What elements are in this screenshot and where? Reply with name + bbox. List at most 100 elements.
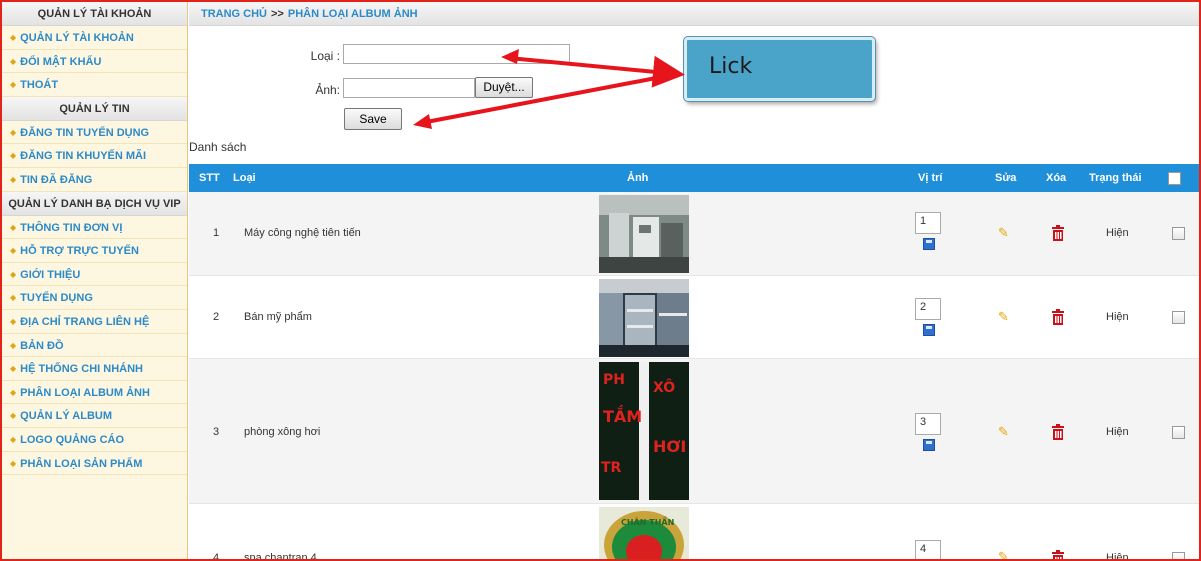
callout-text: Lick [709,54,753,79]
delete-trash-icon[interactable] [1051,424,1065,440]
svg-text:PH: PH [603,372,625,388]
loai-input[interactable] [343,44,570,64]
row-position-input[interactable]: 4 [915,540,941,559]
table-header: STT Loại Ảnh Vị trí Sửa Xóa Trạng thái [189,164,1199,192]
row-loai: Bán mỹ phẩm [244,311,312,323]
row-image [599,279,689,357]
col-loai: Loại [233,172,256,184]
bullet-icon: ◆ [10,387,17,397]
row-status: Hiện [1106,227,1129,239]
edit-pencil-icon[interactable]: ✎ [998,226,1012,240]
sidebar-item-label: GIỚI THIỆU [20,268,81,281]
sidebar-item[interactable]: ◆ HỖ TRỢ TRỰC TUYẾN [2,239,187,263]
row-checkbox[interactable] [1172,552,1185,559]
sidebar-item[interactable]: ◆ QUẢN LÝ ALBUM [2,404,187,428]
row-stt: 3 [213,426,220,438]
sidebar-item[interactable]: ◆ THÔNG TIN ĐƠN VỊ [2,216,187,240]
steam-room-sign-photo: PH TẮM TR XÔ HƠI [599,362,689,500]
sidebar-item[interactable]: ◆ ĐĂNG TIN TUYỂN DỤNG [2,121,187,145]
row-checkbox[interactable] [1172,311,1185,324]
bullet-icon: ◆ [10,222,17,232]
sidebar-item-label: TUYỂN DỤNG [20,292,93,305]
sidebar-item-label: ĐỊA CHỈ TRANG LIÊN HỆ [20,315,150,328]
sidebar-item[interactable]: ◆ GIỚI THIỆU [2,263,187,287]
table-row: 2 Bán mỹ phẩm 2 ✎ Hiện [189,276,1199,359]
row-image: PH TẮM TR XÔ HƠI [599,362,689,500]
sidebar-item-label: ĐĂNG TIN KHUYẾN MÃI [20,150,147,163]
save-button[interactable]: Save [344,108,402,130]
svg-text:TR: TR [601,460,622,476]
sidebar-item[interactable]: ◆ THOÁT [2,73,187,97]
sidebar-item[interactable]: ◆ HỆ THỐNG CHI NHÁNH [2,357,187,381]
col-trangthai: Trạng thái [1089,172,1142,184]
sidebar-item[interactable]: ◆ TUYỂN DỤNG [2,286,187,310]
sidebar-item-label: LOGO QUẢNG CÁO [20,433,125,446]
album-category-table: STT Loại Ảnh Vị trí Sửa Xóa Trạng thái 1… [189,164,1199,559]
spa-logo-photo: CHÂN THẦN [599,507,689,559]
row-position-input[interactable]: 1 [915,212,941,234]
save-position-icon[interactable] [923,238,935,250]
edit-pencil-icon[interactable]: ✎ [998,310,1012,324]
select-all-checkbox[interactable] [1168,172,1181,185]
col-anh: Ảnh [627,172,649,184]
bullet-icon: ◆ [10,364,17,374]
table-row: 3 phòng xông hơi PH TẮM TR XÔ HƠI 3 ✎ Hi… [189,359,1199,504]
row-checkbox[interactable] [1172,227,1185,240]
col-sua: Sửa [995,172,1017,184]
browse-button[interactable]: Duyệt... [475,77,533,98]
sidebar-item[interactable]: ◆ ĐĂNG TIN KHUYẾN MÃI [2,144,187,168]
sidebar-item[interactable]: ◆ ĐỔI MẬT KHẨU [2,50,187,74]
save-position-icon[interactable] [923,324,935,336]
sidebar-item-label: QUẢN LÝ TÀI KHOẢN [20,32,134,44]
sidebar-item-label: HỆ THỐNG CHI NHÁNH [20,363,143,376]
sidebar-item[interactable]: ◆ TIN ĐÃ ĐĂNG [2,168,187,192]
sidebar-item-label: BẢN ĐỒ [20,339,64,352]
sidebar-section-header: QUẢN LÝ TIN [2,96,187,121]
svg-text:XÔ: XÔ [653,378,675,396]
row-image: CHÂN THẦN [599,507,689,559]
delete-trash-icon[interactable] [1051,550,1065,559]
bullet-icon: ◆ [10,340,17,350]
delete-trash-icon[interactable] [1051,309,1065,325]
arrowhead-save-icon [413,114,432,129]
sidebar-item[interactable]: ◆ PHÂN LOẠI SẢN PHẨM [2,452,187,476]
delete-trash-icon[interactable] [1051,225,1065,241]
app-frame: QUẢN LÝ TÀI KHOẢN ◆ QUẢN LÝ TÀI KHOẢN ◆ ĐỔI … [0,0,1201,561]
sidebar-section-header: QUẢN LÝ TÀI KHOẢN [2,2,187,26]
loai-label: Loại : [310,49,340,63]
anh-label: Ảnh: [315,83,340,97]
annotation-callout: Lick [684,37,875,101]
bullet-icon: ◆ [10,33,17,42]
edit-pencil-icon[interactable]: ✎ [998,550,1012,560]
col-stt: STT [199,172,220,184]
row-position-input[interactable]: 2 [915,298,941,320]
row-status: Hiện [1106,311,1129,323]
sidebar-item[interactable]: ◆ BẢN ĐỒ [2,334,187,358]
breadcrumb: TRANG CHỦ >> PHÂN LOẠI ALBUM ẢNH [189,2,1199,26]
svg-text:HƠI: HƠI [653,437,686,456]
table-row: 4 spa chantran 4 CHÂN THẦN 4 ✎ Hiện [189,504,1199,561]
row-status: Hiện [1106,552,1129,561]
sidebar-item[interactable]: ◆ PHÂN LOẠI ALBUM ẢNH [2,381,187,405]
save-position-icon[interactable] [923,439,935,451]
sidebar-item[interactable]: ◆ QUẢN LÝ TÀI KHOẢN [2,26,187,50]
sidebar-item-label: ĐĂNG TIN TUYỂN DỤNG [20,126,150,139]
sidebar-item[interactable]: ◆ LOGO QUẢNG CÁO [2,428,187,452]
svg-text:TẮM: TẮM [603,405,642,426]
sidebar-section-header: QUẢN LÝ DANH BẠ DỊCH VỤ VIP [2,191,187,216]
row-loai: Máy công nghệ tiên tiến [244,227,361,239]
anh-file-input[interactable] [343,78,475,98]
sidebar-item[interactable]: ◆ ĐỊA CHỈ TRANG LIÊN HỆ [2,310,187,334]
row-stt: 1 [213,227,220,239]
row-position-input[interactable]: 3 [915,413,941,435]
breadcrumb-current[interactable]: PHÂN LOẠI ALBUM ẢNH [288,8,418,20]
edit-pencil-icon[interactable]: ✎ [998,425,1012,439]
bullet-icon: ◆ [10,56,17,66]
breadcrumb-home[interactable]: TRANG CHỦ [201,8,267,20]
sidebar: QUẢN LÝ TÀI KHOẢN ◆ QUẢN LÝ TÀI KHOẢN ◆ ĐỔI … [2,2,188,559]
row-checkbox[interactable] [1172,426,1185,439]
sidebar-item-label: THOÁT [20,79,59,92]
row-stt: 4 [213,552,220,561]
col-xoa: Xóa [1046,172,1067,184]
row-image [599,195,689,273]
